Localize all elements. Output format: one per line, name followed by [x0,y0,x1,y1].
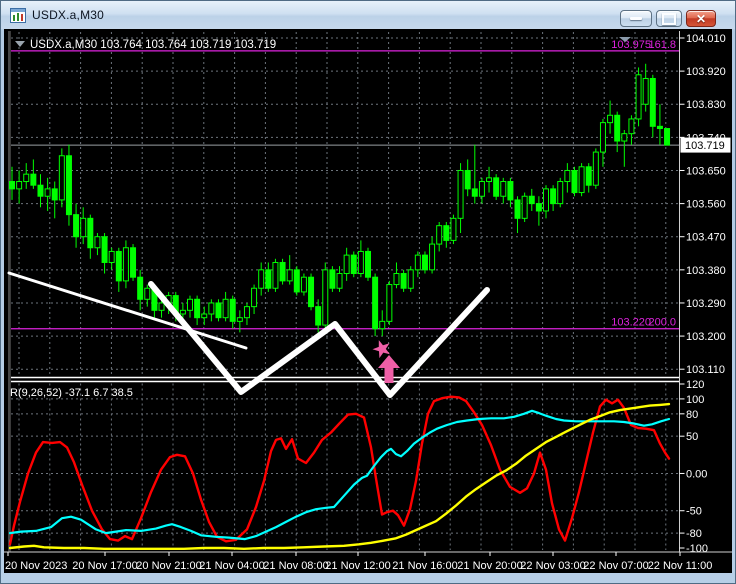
svg-text:21 Nov 08:00: 21 Nov 08:00 [263,560,328,572]
candle [300,273,307,296]
svg-text:103.110: 103.110 [686,364,725,376]
svg-text:USDX.a,M30 103.764 103.764 10: USDX.a,M30 103.764 103.764 103.719 103.7… [30,39,276,51]
svg-text:22 Nov 03:00: 22 Nov 03:00 [520,560,585,572]
svg-text:103.920: 103.920 [686,66,726,78]
candle [293,266,300,296]
svg-text:103.290: 103.290 [686,298,726,310]
candle [400,269,407,292]
candle [122,240,129,289]
candle [308,273,315,311]
svg-text:103.719: 103.719 [685,140,725,152]
candle [272,258,279,292]
indicator-label: R(9,26,52) -37.1 6.7 38.5 [10,387,133,399]
candle [350,251,357,278]
svg-text:200.0: 200.0 [648,317,676,329]
svg-text:21 Nov 20:00: 21 Nov 20:00 [457,560,522,572]
svg-text:-100: -100 [686,543,708,555]
svg-text:R(9,26,52) -37.1 6.7 38.5: R(9,26,52) -37.1 6.7 38.5 [10,387,133,399]
candle [130,244,137,281]
ohlc-header[interactable]: USDX.a,M30 103.764 103.764 103.719 103.7… [15,39,276,51]
candle [279,258,286,285]
minimize-button[interactable] [620,10,652,27]
svg-text:22 Nov 11:00: 22 Nov 11:00 [648,560,713,572]
candle [65,144,72,226]
chart-canvas[interactable]: 103.975161.8 103.220200.0 104.010 103.920 10… [4,29,732,573]
svg-text:103.200: 103.200 [686,331,726,343]
svg-text:20 Nov 17:00: 20 Nov 17:00 [72,560,137,572]
svg-text:103.470: 103.470 [686,232,726,244]
candle [421,251,428,274]
svg-text:103.380: 103.380 [686,265,726,277]
svg-text:103.830: 103.830 [686,99,726,111]
candle [407,266,414,292]
svg-text:-50: -50 [686,506,702,518]
candle [450,214,457,245]
svg-text:80: 80 [686,409,698,421]
svg-text:103.560: 103.560 [686,199,726,211]
titlebar[interactable]: USDX.a,M30 ✕ [1,1,735,29]
chart-window-icon [10,7,26,23]
close-icon: ✕ [695,11,707,26]
svg-text:21 Nov 12:00: 21 Nov 12:00 [325,560,390,572]
svg-text:20 Nov 2023: 20 Nov 2023 [5,560,67,572]
candle [635,67,642,127]
svg-text:-80: -80 [686,528,702,540]
maximize-icon [662,12,676,25]
svg-text:0.00: 0.00 [686,468,707,480]
svg-text:120: 120 [686,379,704,391]
svg-text:21 Nov 04:00: 21 Nov 04:00 [199,560,264,572]
candle [322,262,329,329]
candle [372,273,379,337]
svg-text:21 Nov 16:00: 21 Nov 16:00 [392,560,457,572]
close-button[interactable]: ✕ [686,10,716,27]
svg-text:22 Nov 07:00: 22 Nov 07:00 [583,560,648,572]
svg-text:103.220: 103.220 [611,317,651,329]
chart-background [4,29,732,573]
candle [329,266,336,292]
candle [592,148,599,189]
candle [365,247,371,281]
candle [493,174,500,200]
svg-text:104.010: 104.010 [686,33,726,45]
candle [571,166,578,197]
current-price-box: 103.719 [680,137,731,153]
svg-text:100: 100 [686,394,704,406]
svg-text:103.650: 103.650 [686,165,726,177]
candle [58,148,65,208]
svg-text:103.975: 103.975 [611,39,651,51]
mt4-chart-window: USDX.a,M30 ✕ 103.975 161.8 103.220 200.0 104… [0,0,736,584]
candle [557,177,564,208]
candle [664,128,671,146]
svg-text:50: 50 [686,431,698,443]
maximize-button[interactable] [656,10,682,27]
window-title: USDX.a,M30 [32,8,105,22]
candle [578,163,585,197]
svg-text:20 Nov 21:00: 20 Nov 21:00 [136,560,201,572]
candle [215,299,222,322]
candle [386,280,393,326]
svg-text:161.8: 161.8 [648,39,676,51]
minimize-icon [630,17,642,20]
candle [521,192,528,222]
chart-area[interactable]: 103.975 161.8 103.220 200.0 104.010 103.920 10… [4,29,732,573]
